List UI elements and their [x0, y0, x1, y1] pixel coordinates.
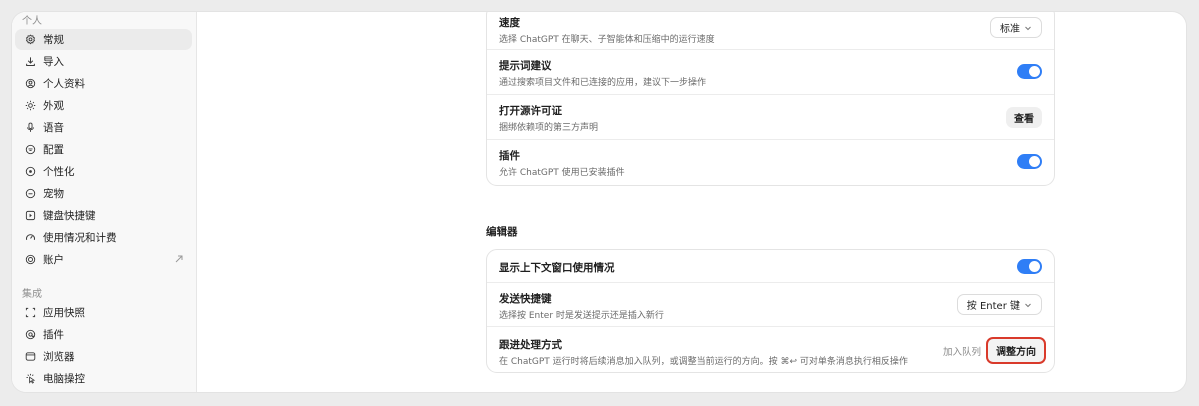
followup-steer-option[interactable]: 调整方向	[986, 337, 1046, 364]
setting-title: 插件	[499, 150, 520, 162]
sidebar-item-app-snapshot[interactable]: 应用快照	[15, 302, 192, 323]
setting-row-followup: 跟进处理方式 在 ChatGPT 运行时将后续消息加入队列，或调整当前运行的方向…	[487, 327, 1054, 374]
sidebar-item-personalize[interactable]: 个性化	[15, 161, 192, 182]
sidebar-item-browser[interactable]: 浏览器	[15, 346, 192, 367]
sidebar-item-label: 键盘快捷键	[43, 210, 96, 222]
sidebar-item-label: 宠物	[43, 188, 64, 200]
sidebar-item-label: 个人资料	[43, 78, 85, 90]
sidebar-item-label: 电脑操控	[43, 373, 85, 385]
plugin-icon	[24, 329, 36, 341]
sidebar-item-appearance[interactable]: 外观	[15, 95, 192, 116]
keyboard-icon	[24, 210, 36, 222]
sun-icon	[24, 100, 36, 112]
editor-settings-card: 显示上下文窗口使用情况 发送快捷键 选择按 Enter 时是发送提示还是插入新行…	[486, 249, 1055, 373]
editor-section-title: 编辑器	[486, 226, 518, 238]
setting-row-prompt-suggestions: 提示词建议 通过搜索项目文件和已连接的应用，建议下一步操作	[487, 50, 1054, 95]
sidebar-item-label: 导入	[43, 56, 64, 68]
sidebar-item-computer-control[interactable]: 电脑操控	[15, 368, 192, 389]
setting-description: 捆绑依赖项的第三方声明	[499, 123, 599, 133]
sidebar-item-label: 账户	[43, 254, 64, 266]
speed-select[interactable]: 标准	[990, 17, 1042, 38]
sidebar-item-general[interactable]: 常规	[15, 29, 192, 50]
settings-window: 个人 常规 导入 个人资料 外观 语音 配置 个性化 宠物 键盘快捷键 使用情况…	[12, 12, 1186, 392]
setting-title: 跟进处理方式	[499, 339, 562, 351]
view-licenses-button[interactable]: 查看	[1006, 107, 1042, 128]
sidebar-item-label: 使用情况和计费	[43, 232, 117, 244]
sidebar-item-label: 语音	[43, 122, 64, 134]
setting-title: 发送快捷键	[499, 293, 552, 305]
sidebar-item-import[interactable]: 导入	[15, 51, 192, 72]
sidebar-group-personal: 个人	[22, 16, 42, 27]
gear-icon	[24, 34, 36, 46]
setting-description: 选择按 Enter 时是发送提示还是插入新行	[499, 311, 664, 321]
settings-sidebar: 个人 常规 导入 个人资料 外观 语音 配置 个性化 宠物 键盘快捷键 使用情况…	[12, 12, 197, 392]
sidebar-item-profile[interactable]: 个人资料	[15, 73, 192, 94]
sidebar-item-label: 应用快照	[43, 307, 85, 319]
download-icon	[24, 56, 36, 68]
snapshot-icon	[24, 307, 36, 319]
setting-title: 打开源许可证	[499, 105, 562, 117]
microphone-icon	[24, 122, 36, 134]
personalize-icon	[24, 166, 36, 178]
sidebar-item-label: 外观	[43, 100, 64, 112]
general-settings-card: 速度 选择 ChatGPT 在聊天、子智能体和压缩中的运行速度 标准 提示词建议…	[486, 12, 1055, 186]
setting-description: 选择 ChatGPT 在聊天、子智能体和压缩中的运行速度	[499, 35, 715, 45]
setting-row-plugins: 插件 允许 ChatGPT 使用已安装插件	[487, 140, 1054, 187]
chevron-down-icon	[1024, 301, 1032, 309]
send-shortcut-select[interactable]: 按 Enter 键	[956, 294, 1042, 315]
setting-row-speed: 速度 选择 ChatGPT 在聊天、子智能体和压缩中的运行速度 标准	[487, 12, 1054, 50]
sidebar-item-label: 个性化	[43, 166, 75, 178]
setting-title: 速度	[499, 17, 520, 29]
sidebar-item-label: 常规	[43, 34, 64, 46]
plugins-toggle[interactable]	[1017, 154, 1042, 169]
sidebar-item-keyboard-shortcuts[interactable]: 键盘快捷键	[15, 205, 192, 226]
sidebar-item-usage-billing[interactable]: 使用情况和计费	[15, 227, 192, 248]
gauge-icon	[24, 232, 36, 244]
sidebar-item-config[interactable]: 配置	[15, 139, 192, 160]
config-icon	[24, 144, 36, 156]
sidebar-group-integrations: 集成	[22, 289, 42, 300]
context-usage-toggle[interactable]	[1017, 259, 1042, 274]
sidebar-item-account[interactable]: 账户	[15, 249, 192, 270]
sidebar-item-label: 浏览器	[43, 351, 75, 363]
setting-title: 显示上下文窗口使用情况	[499, 262, 615, 274]
sidebar-item-label: 配置	[43, 144, 64, 156]
sidebar-item-pet[interactable]: 宠物	[15, 183, 192, 204]
setting-row-context-usage: 显示上下文窗口使用情况	[487, 250, 1054, 283]
pet-icon	[24, 188, 36, 200]
followup-queue-option[interactable]: 加入队列	[943, 344, 981, 358]
account-icon	[24, 254, 36, 266]
setting-row-open-source: 打开源许可证 捆绑依赖项的第三方声明 查看	[487, 95, 1054, 140]
setting-title: 提示词建议	[499, 60, 552, 72]
sidebar-item-label: 插件	[43, 329, 64, 341]
setting-description: 允许 ChatGPT 使用已安装插件	[499, 168, 625, 178]
browser-icon	[24, 351, 36, 363]
setting-description: 在 ChatGPT 运行时将后续消息加入队列，或调整当前运行的方向。按 ⌘↩ 可…	[499, 357, 908, 367]
sidebar-item-plugins[interactable]: 插件	[15, 324, 192, 345]
computer-control-icon	[24, 373, 36, 385]
sidebar-item-voice[interactable]: 语音	[15, 117, 192, 138]
prompt-suggestions-toggle[interactable]	[1017, 64, 1042, 79]
setting-row-send-shortcut: 发送快捷键 选择按 Enter 时是发送提示还是插入新行 按 Enter 键	[487, 283, 1054, 327]
external-link-icon	[174, 254, 184, 264]
send-shortcut-value: 按 Enter 键	[966, 301, 1020, 312]
speed-select-value: 标准	[1000, 24, 1020, 35]
chevron-down-icon	[1024, 24, 1032, 32]
profile-icon	[24, 78, 36, 90]
setting-description: 通过搜索项目文件和已连接的应用，建议下一步操作	[499, 78, 707, 88]
